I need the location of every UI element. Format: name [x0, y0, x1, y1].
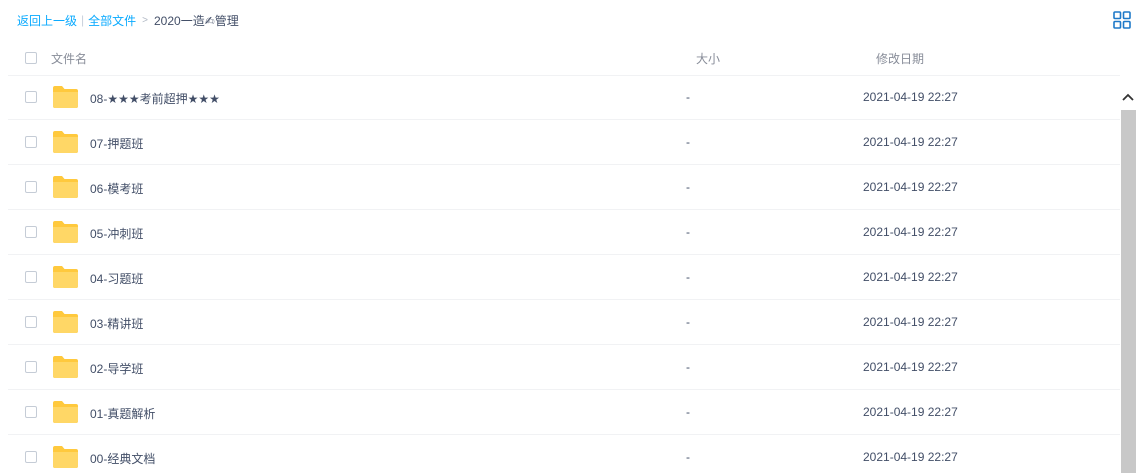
- breadcrumb-separator: |: [81, 13, 85, 27]
- row-checkbox[interactable]: [25, 181, 37, 193]
- folder-icon: [53, 311, 78, 333]
- row-checkbox[interactable]: [25, 271, 37, 283]
- file-name[interactable]: 03-精讲班: [90, 315, 143, 332]
- file-row[interactable]: 01-真题解析 - 2021-04-19 22:27: [8, 390, 1120, 435]
- back-link[interactable]: 返回上一级: [17, 12, 77, 29]
- breadcrumb-current: 2020一造✍管理: [154, 13, 239, 28]
- file-size: -: [686, 315, 690, 329]
- file-date: 2021-04-19 22:27: [863, 360, 958, 374]
- folder-icon: [53, 86, 78, 108]
- file-size: -: [686, 270, 690, 284]
- file-size: -: [686, 405, 690, 419]
- folder-icon: [53, 446, 78, 468]
- row-checkbox[interactable]: [25, 316, 37, 328]
- row-checkbox[interactable]: [25, 136, 37, 148]
- file-name[interactable]: 05-冲刺班: [90, 225, 143, 242]
- scrollbar-thumb[interactable]: [1121, 110, 1136, 473]
- file-date: 2021-04-19 22:27: [863, 450, 958, 464]
- file-date: 2021-04-19 22:27: [863, 225, 958, 239]
- row-checkbox[interactable]: [25, 226, 37, 238]
- file-size: -: [686, 225, 690, 239]
- folder-icon: [53, 401, 78, 423]
- file-row[interactable]: 02-导学班 - 2021-04-19 22:27: [8, 345, 1120, 390]
- folder-icon: [53, 356, 78, 378]
- file-name[interactable]: 04-习题班: [90, 270, 143, 287]
- file-size: -: [686, 450, 690, 464]
- row-checkbox[interactable]: [25, 406, 37, 418]
- chevron-up-icon: [1122, 93, 1134, 101]
- column-header-modified[interactable]: 修改日期: [876, 50, 924, 67]
- row-checkbox[interactable]: [25, 451, 37, 463]
- scroll-up-button[interactable]: [1120, 88, 1136, 106]
- grid-view-icon[interactable]: [1113, 11, 1131, 29]
- file-size: -: [686, 360, 690, 374]
- file-name[interactable]: 01-真题解析: [90, 405, 155, 422]
- file-row[interactable]: 08-★★★考前超押★★★ - 2021-04-19 22:27: [8, 75, 1120, 120]
- column-header-size[interactable]: 大小: [696, 50, 720, 67]
- file-date: 2021-04-19 22:27: [863, 270, 958, 284]
- file-row[interactable]: 03-精讲班 - 2021-04-19 22:27: [8, 300, 1120, 345]
- folder-icon: [53, 176, 78, 198]
- select-all-checkbox[interactable]: [25, 52, 37, 64]
- file-row[interactable]: 07-押题班 - 2021-04-19 22:27: [8, 120, 1120, 165]
- file-size: -: [686, 135, 690, 149]
- file-date: 2021-04-19 22:27: [863, 135, 958, 149]
- folder-icon: [53, 221, 78, 243]
- file-size: -: [686, 180, 690, 194]
- file-name[interactable]: 08-★★★考前超押★★★: [90, 90, 220, 107]
- file-name[interactable]: 02-导学班: [90, 360, 143, 377]
- all-files-link[interactable]: 全部文件: [88, 12, 136, 29]
- file-date: 2021-04-19 22:27: [863, 90, 958, 104]
- file-size: -: [686, 90, 690, 104]
- file-list: 08-★★★考前超押★★★ - 2021-04-19 22:27 07-押题班 …: [8, 75, 1120, 473]
- row-checkbox[interactable]: [25, 91, 37, 103]
- breadcrumb-arrow: >: [142, 14, 148, 26]
- file-name[interactable]: 00-经典文档: [90, 450, 155, 467]
- file-row[interactable]: 04-习题班 - 2021-04-19 22:27: [8, 255, 1120, 300]
- file-date: 2021-04-19 22:27: [863, 405, 958, 419]
- folder-icon: [53, 266, 78, 288]
- folder-icon: [53, 131, 78, 153]
- column-header-name[interactable]: 文件名: [51, 50, 87, 67]
- file-name[interactable]: 07-押题班: [90, 135, 143, 152]
- file-date: 2021-04-19 22:27: [863, 315, 958, 329]
- file-row[interactable]: 00-经典文档 - 2021-04-19 22:27: [8, 435, 1120, 473]
- file-row[interactable]: 05-冲刺班 - 2021-04-19 22:27: [8, 210, 1120, 255]
- list-header: 文件名 大小 修改日期: [8, 40, 1120, 76]
- file-date: 2021-04-19 22:27: [863, 180, 958, 194]
- row-checkbox[interactable]: [25, 361, 37, 373]
- file-name[interactable]: 06-模考班: [90, 180, 143, 197]
- breadcrumb: 返回上一级 | 全部文件 > 2020一造✍管理: [17, 11, 239, 29]
- file-row[interactable]: 06-模考班 - 2021-04-19 22:27: [8, 165, 1120, 210]
